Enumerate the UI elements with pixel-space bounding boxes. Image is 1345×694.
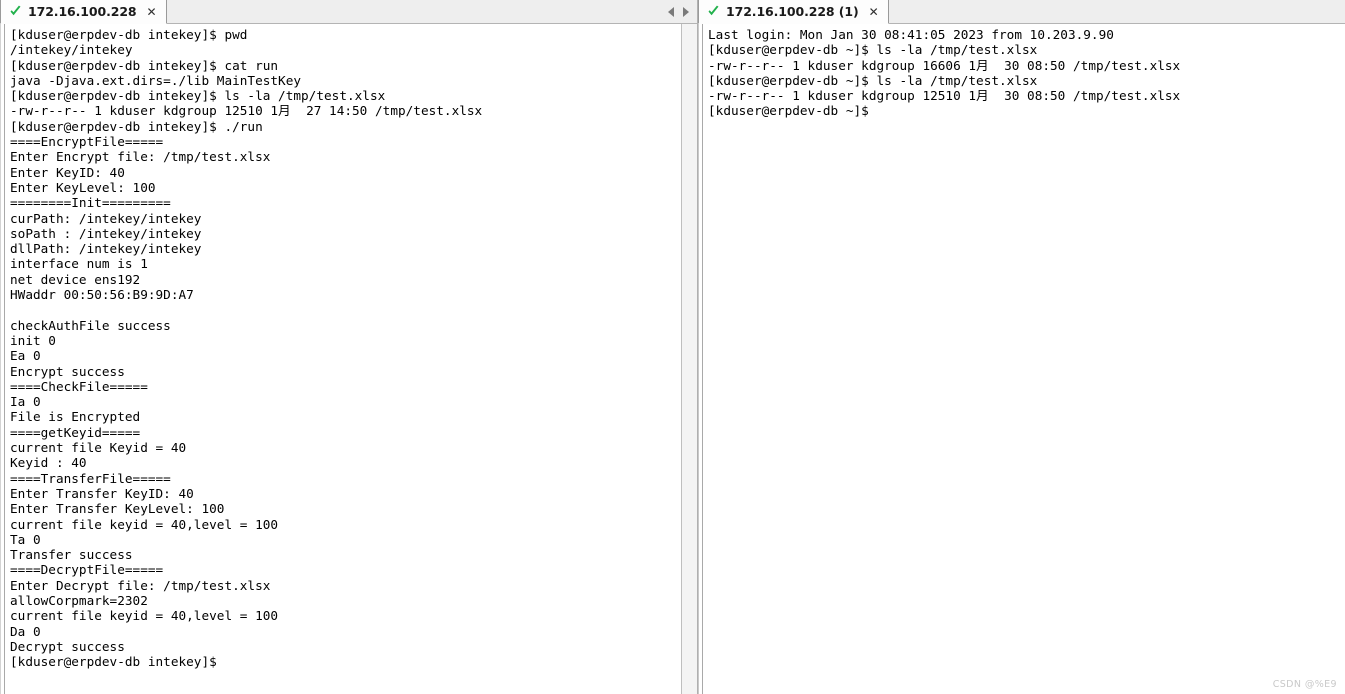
terminal-line: ====getKeyid===== [10, 424, 141, 440]
terminal-line: HWaddr 00:50:56:B9:9D:A7 [10, 287, 194, 303]
green-check-icon [9, 5, 22, 18]
terminal-output-left[interactable]: [kduser@erpdev-db intekey]$ pwd/intekey/… [5, 24, 681, 694]
terminal-line: current file Keyid = 40 [10, 440, 187, 456]
tab-label: 172.16.100.228 [28, 4, 137, 19]
tab-label: 172.16.100.228 (1) [726, 4, 859, 19]
triangle-right-icon[interactable] [683, 6, 689, 17]
triangle-left-icon[interactable] [668, 6, 674, 17]
terminal-line: Enter KeyID: 40 [10, 164, 125, 180]
tab-bar-left: 172.16.100.228 ✕ [0, 0, 698, 24]
tab-172-16-100-228-1[interactable]: 172.16.100.228 (1) ✕ [698, 0, 889, 24]
terminal-line: -rw-r--r-- 1 kduser kdgroup 16606 1月 30 … [708, 57, 1181, 73]
close-icon[interactable]: ✕ [869, 6, 879, 18]
terminal-application-window: 172.16.100.228 ✕ [kduser@erpdev-db intek… [0, 0, 1345, 694]
terminal-panel-right: 172.16.100.228 (1) ✕ Last login: Mon Jan… [698, 0, 1345, 694]
terminal-line: Da 0 [10, 623, 41, 639]
terminal-line: java -Djava.ext.dirs=./lib MainTestKey [10, 72, 302, 88]
terminal-line: Enter Transfer KeyID: 40 [10, 485, 194, 501]
terminal-line: Enter KeyLevel: 100 [10, 179, 156, 195]
terminal-line: Decrypt success [10, 638, 125, 654]
terminal-line: Keyid : 40 [10, 455, 87, 471]
terminal-line: allowCorpmark=2302 [10, 592, 148, 608]
terminal-line: Encrypt success [10, 363, 125, 379]
terminal-line: [kduser@erpdev-db ~]$ ls -la /tmp/test.x… [708, 42, 1038, 58]
terminal-line: dllPath: /intekey/intekey [10, 241, 202, 257]
terminal-scrollbar-left[interactable] [681, 24, 697, 694]
terminal-line: checkAuthFile success [10, 317, 171, 333]
terminal-line: soPath : /intekey/intekey [10, 225, 202, 241]
terminal-line: [kduser@erpdev-db intekey]$ cat run [10, 57, 279, 73]
terminal-line: Enter Encrypt file: /tmp/test.xlsx [10, 149, 271, 165]
tab-bar-right: 172.16.100.228 (1) ✕ [698, 0, 1345, 24]
terminal-line: net device ens192 [10, 271, 141, 287]
terminal-line: current file keyid = 40,level = 100 [10, 608, 279, 624]
terminal-body-right: Last login: Mon Jan 30 08:41:05 2023 fro… [698, 24, 1345, 694]
terminal-line: curPath: /intekey/intekey [10, 210, 202, 226]
terminal-line: Last login: Mon Jan 30 08:41:05 2023 fro… [708, 27, 1114, 42]
terminal-line: interface num is 1 [10, 256, 148, 272]
terminal-line: Enter Transfer KeyLevel: 100 [10, 501, 225, 517]
terminal-line: [kduser@erpdev-db ~]$ ls -la /tmp/test.x… [708, 72, 1038, 88]
terminal-line: [kduser@erpdev-db ~]$ [708, 103, 869, 119]
terminal-line: Ea 0 [10, 348, 41, 364]
terminal-line: init 0 [10, 332, 56, 348]
terminal-panel-left: 172.16.100.228 ✕ [kduser@erpdev-db intek… [0, 0, 698, 694]
terminal-line: Transfer success [10, 547, 133, 563]
green-check-icon [707, 5, 720, 18]
terminal-line: ========Init========= [10, 195, 171, 211]
terminal-line: ====TransferFile===== [10, 470, 171, 486]
terminal-line: File is Encrypted [10, 409, 141, 425]
terminal-output-right[interactable]: Last login: Mon Jan 30 08:41:05 2023 fro… [703, 24, 1345, 694]
terminal-line: [kduser@erpdev-db intekey]$ pwd [10, 27, 248, 42]
terminal-line: [kduser@erpdev-db intekey]$ ls -la /tmp/… [10, 88, 386, 104]
terminal-line: [kduser@erpdev-db intekey]$ ./run [10, 118, 263, 134]
csdn-watermark: CSDN @%E9 [1272, 679, 1337, 690]
terminal-line: [kduser@erpdev-db intekey]$ [10, 654, 217, 670]
terminal-line: /intekey/intekey [10, 42, 133, 58]
tab-172-16-100-228[interactable]: 172.16.100.228 ✕ [0, 0, 167, 24]
terminal-body-left: [kduser@erpdev-db intekey]$ pwd/intekey/… [0, 24, 698, 694]
tab-scroll-controls [668, 0, 697, 23]
terminal-line: Ia 0 [10, 394, 41, 410]
terminal-line: -rw-r--r-- 1 kduser kdgroup 12510 1月 27 … [10, 103, 483, 119]
terminal-line: ====EncryptFile===== [10, 134, 164, 150]
terminal-line: ====CheckFile===== [10, 378, 148, 394]
terminal-line: Enter Decrypt file: /tmp/test.xlsx [10, 577, 271, 593]
terminal-line: current file keyid = 40,level = 100 [10, 516, 279, 532]
terminal-line: Ta 0 [10, 531, 41, 547]
terminal-line: ====DecryptFile===== [10, 562, 164, 578]
terminal-line: -rw-r--r-- 1 kduser kdgroup 12510 1月 30 … [708, 88, 1181, 104]
close-icon[interactable]: ✕ [147, 6, 157, 18]
